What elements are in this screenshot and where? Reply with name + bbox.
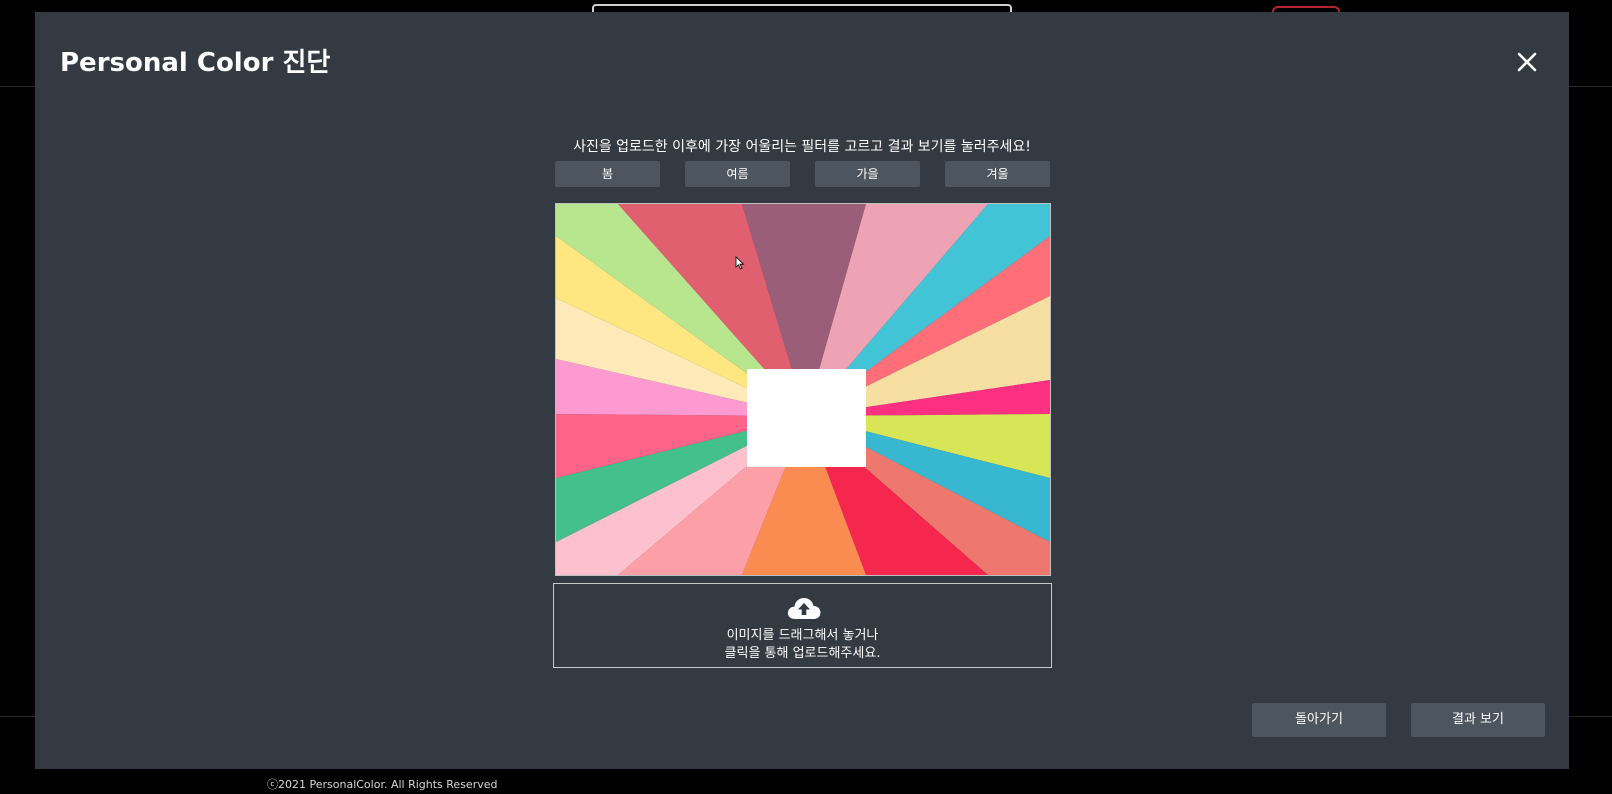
close-button[interactable] [1511,46,1543,78]
photo-placeholder [747,369,866,467]
upload-text-line2: 클릭을 통해 업로드해주세요. [724,646,881,661]
modal-title: Personal Color 진단 [60,48,331,78]
upload-dropzone[interactable]: 이미지를 드래그해서 놓거나 클릭을 통해 업로드해주세요. [553,583,1052,668]
upload-instructions: 이미지를 드래그해서 놓거나 클릭을 통해 업로드해주세요. [554,627,1051,663]
season-autumn-button[interactable]: 가을 [815,161,920,187]
season-summer-button[interactable]: 여름 [685,161,790,187]
back-button[interactable]: 돌아가기 [1252,703,1386,737]
cloud-upload-icon [787,598,821,619]
color-ray-background [556,204,1050,575]
view-result-button[interactable]: 결과 보기 [1411,703,1545,737]
color-filter-preview [555,203,1051,576]
close-icon [1517,52,1537,72]
instruction-text: 사진을 업로드한 이후에 가장 어울리는 필터를 고르고 결과 보기를 눌러주세… [573,139,1031,155]
personal-color-modal: Personal Color 진단 사진을 업로드한 이후에 가장 어울리는 필… [35,12,1569,769]
footer-copyright: ⓒ2021 PersonalColor. All Rights Reserved [267,778,498,791]
season-spring-button[interactable]: 봄 [555,161,660,187]
page: ⓒ2021 PersonalColor. All Rights Reserved… [0,0,1612,794]
upload-text-line1: 이미지를 드래그해서 놓거나 [726,628,879,643]
background-logo [268,0,438,12]
mouse-cursor-icon [735,256,745,270]
season-winter-button[interactable]: 겨울 [945,161,1050,187]
